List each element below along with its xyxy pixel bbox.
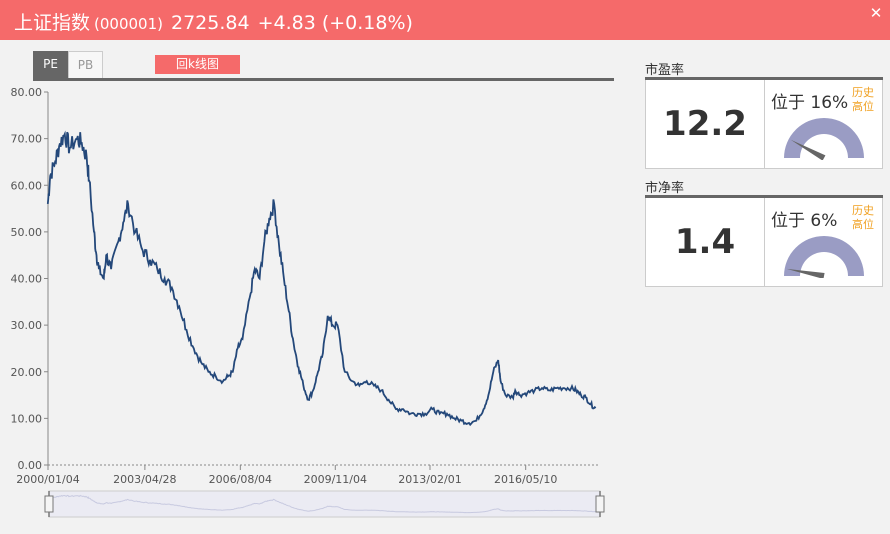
y-tick-label: 80.00 <box>11 86 43 99</box>
y-tick-label: 10.00 <box>11 412 43 425</box>
y-tick-label: 0.00 <box>18 459 43 472</box>
index-code: (000001) <box>94 15 163 33</box>
pb-panel-title: 市净率 <box>645 181 685 196</box>
index-change: +4.83 (+0.18%) <box>257 12 413 34</box>
index-headline: 上证指数 (000001) 2725.84 +4.83 (+0.18%) <box>14 8 413 35</box>
pb-value: 1.4 <box>646 198 765 286</box>
pe-line-chart: 0.00 10.00 20.00 30.00 40.00 50.00 60.00 70.00 8… <box>11 86 605 518</box>
pb-position: 位于 6% <box>771 211 838 231</box>
title-bar: 上证指数 (000001) 2725.84 +4.83 (+0.18%) ✕ <box>0 0 890 40</box>
x-tick-label: 2003/04/28 <box>113 473 176 486</box>
navigator-left-handle[interactable] <box>44 495 54 513</box>
x-tick-label: 2009/11/04 <box>304 473 367 486</box>
pe-series-line <box>46 130 597 427</box>
pe-value: 12.2 <box>646 80 765 168</box>
index-name: 上证指数 <box>14 12 91 34</box>
pe-panel: 12.2 位于 16% 历史高位 <box>645 80 883 169</box>
navigator-track <box>48 490 601 518</box>
x-tick-label: 2016/05/10 <box>494 473 557 486</box>
pb-panel: 1.4 位于 6% 历史高位 <box>645 198 883 287</box>
x-tick-label: 2000/01/04 <box>16 473 79 486</box>
navigator-right-handle[interactable] <box>595 495 605 513</box>
close-icon[interactable]: ✕ <box>868 5 884 21</box>
pb-gauge <box>784 236 864 278</box>
y-tick-label: 30.00 <box>11 319 43 332</box>
back-to-kline-button[interactable]: 回k线图 <box>155 55 240 74</box>
y-tick-label: 60.00 <box>11 179 43 192</box>
x-tick-label: 2006/08/04 <box>209 473 272 486</box>
tab-pb[interactable]: PB <box>68 51 103 78</box>
tab-pe[interactable]: PE <box>33 51 68 78</box>
pb-history-label: 历史高位 <box>852 204 874 231</box>
y-tick-label: 50.00 <box>11 226 43 239</box>
y-tick-label: 20.00 <box>11 366 43 379</box>
y-tick-label: 70.00 <box>11 133 43 146</box>
index-points: 2725.84 <box>170 12 250 34</box>
pe-gauge <box>784 118 864 160</box>
range-navigator[interactable] <box>44 490 605 518</box>
x-tick-label: 2013/02/01 <box>398 473 461 486</box>
gauge-arc <box>784 118 864 158</box>
pe-panel-title: 市盈率 <box>645 63 685 78</box>
y-tick-label: 40.00 <box>11 273 43 286</box>
pe-position: 位于 16% <box>771 93 849 113</box>
pe-history-label: 历史高位 <box>852 86 874 113</box>
